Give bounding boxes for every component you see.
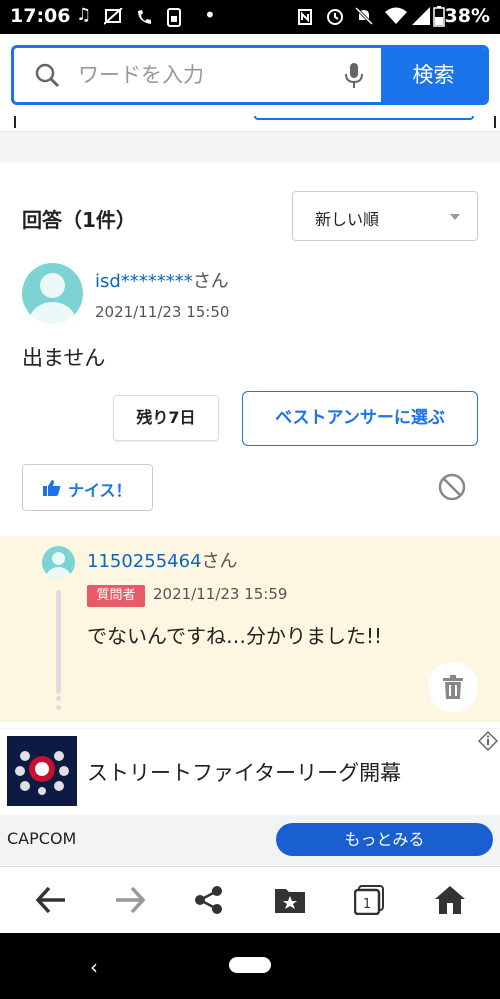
- answer-user-suffix: さん: [192, 271, 229, 292]
- ad-title[interactable]: ストリートファイターリーグ開幕: [87, 757, 401, 787]
- do-not-disturb-icon: [354, 6, 374, 26]
- thumbs-up-icon: [43, 480, 61, 496]
- nav-home-pill[interactable]: [229, 957, 271, 973]
- answer-text: 出ません: [22, 346, 106, 370]
- ad-cta-button[interactable]: もっとみる: [276, 823, 493, 856]
- bookmark-folder-icon[interactable]: [274, 885, 306, 915]
- ad-footer: CAPCOM もっとみる: [0, 815, 500, 865]
- chevron-down-icon: [450, 214, 460, 220]
- block-icon[interactable]: [437, 472, 467, 502]
- section-divider: [0, 116, 500, 163]
- reply-avatar[interactable]: [42, 546, 75, 579]
- answer-date: 2021/11/23 15:50: [95, 303, 230, 321]
- reply-date: 2021/11/23 15:59: [153, 585, 288, 603]
- ad-advertiser: CAPCOM: [7, 829, 77, 848]
- questioner-badge: 質問者: [87, 585, 145, 607]
- nfc-icon: [298, 9, 312, 25]
- home-icon[interactable]: [434, 885, 466, 915]
- battery-percent: 38%: [444, 5, 490, 27]
- sort-select[interactable]: 新しい順: [292, 191, 478, 241]
- browser-toolbar: 1: [0, 866, 500, 933]
- search-icon: [35, 63, 60, 88]
- status-bar: 17:06 ♫ • 38%: [0, 0, 500, 34]
- sort-select-value: 新しい順: [315, 210, 380, 229]
- reply-text: でないんですね…分かりました!!: [87, 624, 383, 648]
- status-time: 17:06: [10, 5, 71, 27]
- data-saver-icon: [167, 8, 181, 27]
- system-nav-bar: ‹: [0, 933, 500, 999]
- avatar[interactable]: [22, 263, 83, 324]
- call-icon: [138, 10, 151, 24]
- mute-icon: [104, 8, 123, 25]
- nav-back-icon[interactable]: ‹: [90, 955, 98, 979]
- scrolled-button-edge: [254, 116, 474, 120]
- trash-icon: [443, 675, 463, 699]
- ad-image[interactable]: [7, 736, 77, 806]
- back-arrow-icon[interactable]: [35, 885, 67, 915]
- best-answer-button[interactable]: ベストアンサーに選ぶ: [242, 391, 478, 446]
- reply-user-suffix: さん: [201, 551, 238, 572]
- dot-icon: •: [204, 3, 216, 27]
- answers-heading: 回答（1件）: [22, 208, 136, 232]
- signal-icon: [412, 7, 430, 25]
- svg-text:1: 1: [363, 897, 371, 912]
- reply-user[interactable]: 1150255464さん: [87, 547, 238, 573]
- remaining-days-label: 残り7日: [113, 395, 219, 441]
- ad-info-icon[interactable]: [478, 731, 498, 751]
- forward-arrow-icon[interactable]: [114, 885, 146, 915]
- wifi-icon: [385, 7, 407, 24]
- thread-line: [56, 590, 61, 694]
- nice-button[interactable]: ナイス！: [22, 464, 153, 511]
- ad-banner[interactable]: ストリートファイターリーグ開幕 CAPCOM もっとみる: [0, 728, 500, 865]
- tabs-icon[interactable]: 1: [354, 885, 386, 915]
- mic-icon[interactable]: [344, 62, 364, 90]
- search-bar: 検索: [0, 34, 500, 116]
- answer-user[interactable]: isd********さん: [95, 267, 229, 293]
- answer-username[interactable]: isd********: [95, 271, 193, 292]
- reply-item: 1150255464さん 質問者 2021/11/23 15:59 でないんです…: [0, 536, 500, 722]
- alarm-icon: [327, 9, 343, 25]
- reply-username[interactable]: 1150255464: [87, 551, 202, 572]
- nice-button-label: ナイス！: [68, 481, 132, 500]
- battery-icon: [433, 6, 445, 27]
- delete-button[interactable]: [428, 662, 478, 712]
- search-input[interactable]: [78, 58, 338, 92]
- search-box: 検索: [11, 45, 489, 105]
- music-note-icon: ♫: [76, 5, 92, 25]
- share-icon[interactable]: [194, 885, 224, 915]
- search-button[interactable]: 検索: [381, 48, 486, 102]
